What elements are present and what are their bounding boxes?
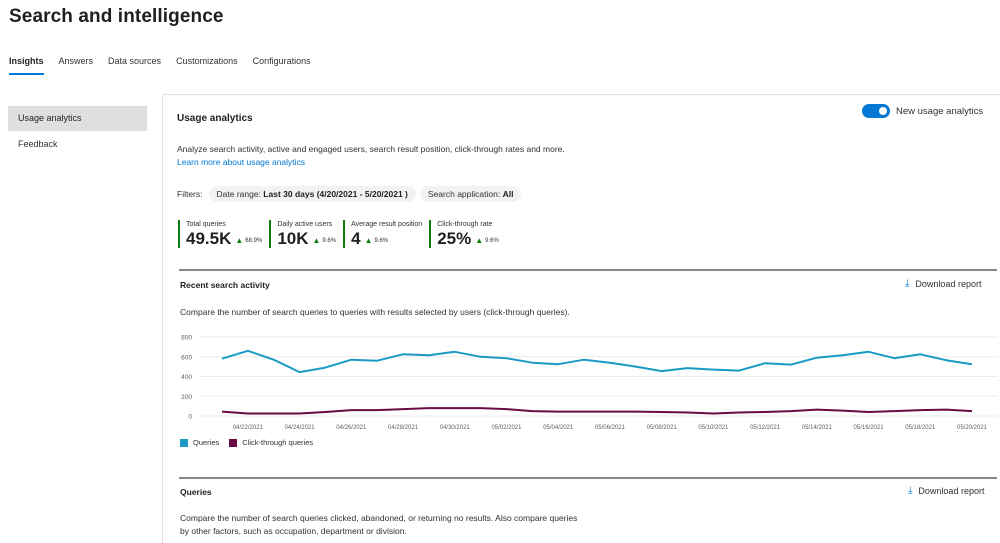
tab-configurations[interactable]: Configurations	[253, 55, 311, 79]
x-tick-label: 05/20/2021	[957, 425, 988, 431]
x-tick-label: 05/14/2021	[802, 425, 833, 431]
date-range-value: Last 30 days (4/20/2021 - 5/20/2021 )	[263, 189, 408, 199]
search-application-filter[interactable]: Search application: All	[419, 186, 522, 202]
tab-customizations[interactable]: Customizations	[176, 55, 238, 79]
filters-label: Filters:	[177, 189, 203, 199]
kpi-delta: ▲ 68.9%	[235, 236, 262, 245]
tab-insights[interactable]: Insights	[9, 55, 44, 79]
x-tick-label: 05/04/2021	[543, 425, 574, 431]
recent-activity-description: Compare the number of search queries to …	[180, 307, 570, 317]
kpi-delta-value: 9.6%	[322, 237, 337, 244]
download-label: Download report	[918, 485, 985, 496]
search-application-label: Search application:	[427, 189, 501, 199]
toggle-knob	[879, 107, 887, 115]
kpi-total-queries: Total queries 49.5K ▲ 68.9%	[178, 220, 262, 248]
x-tick-label: 04/30/2021	[440, 425, 471, 431]
x-tick-label: 05/08/2021	[647, 425, 678, 431]
y-tick-label: 600	[181, 354, 192, 361]
recent-download-report-button[interactable]: ⤓ Download report	[905, 278, 981, 289]
sidebar: Usage analytics Feedback	[8, 106, 147, 157]
kpi-value: 25%	[437, 229, 472, 248]
new-usage-analytics-toggle-group: New usage analytics	[862, 104, 983, 118]
y-tick-label: 800	[181, 335, 192, 342]
queries-description: Compare the number of search queries cli…	[180, 513, 578, 536]
queries-download-report-button[interactable]: ⤓ Download report	[908, 485, 984, 496]
recent-activity-title: Recent search activity	[180, 280, 270, 290]
kpi-row: Total queries 49.5K ▲ 68.9% Daily active …	[178, 220, 506, 248]
download-icon: ⤓	[905, 278, 910, 289]
sidebar-item-feedback[interactable]: Feedback	[8, 132, 147, 157]
tab-bar: Insights Answers Data sources Customizat…	[9, 55, 326, 79]
usage-description-text: Analyze search activity, active and enga…	[177, 144, 565, 154]
x-tick-label: 05/06/2021	[595, 425, 626, 431]
x-tick-label: 04/22/2021	[233, 425, 264, 431]
x-tick-label: 05/02/2021	[491, 425, 522, 431]
y-tick-label: 0	[188, 414, 192, 421]
trend-up-icon: ▲	[235, 236, 244, 245]
x-tick-label: 05/18/2021	[905, 425, 936, 431]
queries-divider	[179, 477, 997, 479]
series-line-queries	[221, 349, 973, 374]
kpi-label: Daily active users	[277, 221, 333, 228]
trend-up-icon: ▲	[312, 236, 321, 245]
download-label: Download report	[915, 278, 982, 289]
trend-up-icon: ▲	[475, 236, 484, 245]
section-title: Usage analytics	[177, 113, 253, 124]
kpi-delta: ▲ 9.6%	[365, 236, 389, 245]
sidebar-divider	[162, 95, 163, 543]
legend-swatch	[229, 438, 238, 447]
recent-activity-line-chart: 0 200 400 600 800 04/22/2021 04/24/2021 04/26/2…	[181, 335, 998, 431]
sidebar-item-usage-analytics[interactable]: Usage analytics	[8, 106, 147, 131]
kpi-delta-value: 9.6%	[374, 237, 389, 244]
date-range-filter[interactable]: Date range: Last 30 days (4/20/2021 - 5/…	[208, 186, 416, 202]
download-icon: ⤓	[908, 485, 913, 496]
kpi-value: 49.5K	[186, 229, 232, 248]
legend-item-queries[interactable]: Queries	[180, 438, 219, 447]
filters-bar: Filters: Date range: Last 30 days (4/20/…	[177, 186, 525, 202]
kpi-delta: ▲ 9.6%	[313, 236, 337, 245]
y-tick-label: 400	[181, 374, 192, 381]
series-line-click-through	[221, 407, 973, 415]
kpi-delta-value: 68.9%	[245, 237, 263, 244]
x-tick-label: 04/28/2021	[388, 425, 419, 431]
search-application-value: All	[502, 189, 514, 199]
x-tick-label: 05/10/2021	[698, 425, 729, 431]
kpi-label: Average result position	[351, 221, 423, 228]
tab-data-sources[interactable]: Data sources	[108, 55, 161, 79]
usage-description: Analyze search activity, active and enga…	[177, 143, 577, 169]
kpi-daily-active-users: Daily active users 10K ▲ 9.6%	[269, 220, 336, 248]
learn-more-link[interactable]: Learn more about usage analytics	[177, 157, 305, 167]
toggle-label: New usage analytics	[896, 105, 984, 117]
kpi-delta-value: 9.6%	[485, 237, 499, 244]
chart-legend: Queries Click-through queries	[180, 438, 323, 447]
kpi-label: Total queries	[186, 221, 226, 228]
kpi-delta: ▲ 9.6%	[475, 236, 499, 245]
header-divider	[163, 94, 1000, 95]
legend-label: Queries	[193, 438, 220, 447]
legend-label: Click-through queries	[242, 438, 314, 447]
x-tick-label: 05/12/2021	[750, 425, 781, 431]
tab-answers[interactable]: Answers	[59, 55, 94, 79]
page-title: Search and intelligence	[9, 6, 224, 27]
recent-activity-divider	[179, 269, 997, 271]
queries-title: Queries	[180, 487, 212, 497]
kpi-average-result-position: Average result position 4 ▲ 9.6%	[343, 220, 422, 248]
kpi-value: 10K	[277, 229, 309, 248]
legend-swatch	[180, 438, 188, 447]
x-tick-label: 05/16/2021	[854, 425, 885, 431]
x-tick-label: 04/24/2021	[285, 425, 316, 431]
kpi-click-through-rate: Click-through rate 25% ▲ 9.6%	[429, 220, 499, 248]
date-range-label: Date range:	[216, 189, 261, 199]
kpi-value: 4	[351, 229, 361, 248]
kpi-label: Click-through rate	[437, 221, 493, 228]
legend-item-click-through[interactable]: Click-through queries	[229, 438, 313, 447]
x-tick-label: 04/26/2021	[336, 425, 367, 431]
trend-up-icon: ▲	[364, 236, 373, 245]
new-usage-analytics-toggle[interactable]	[862, 104, 890, 118]
y-tick-label: 200	[181, 394, 192, 401]
